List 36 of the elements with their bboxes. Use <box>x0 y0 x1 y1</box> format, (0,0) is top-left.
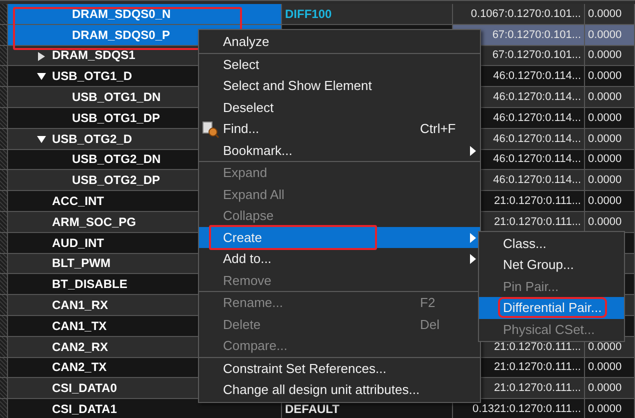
net-name: CSI_DATA0 <box>52 381 117 396</box>
collapse-arrow-icon[interactable] <box>37 72 46 82</box>
net-name: CAN2_TX <box>52 360 107 374</box>
menu-item[interactable]: Differential Pair... <box>479 297 624 318</box>
table-cell: 0.0000 <box>585 24 635 46</box>
find-icon <box>202 121 219 138</box>
collapse-arrow-icon[interactable] <box>37 134 46 144</box>
net-name: USB_OTG2_DP <box>72 173 160 188</box>
menu-item[interactable]: Class... <box>479 232 624 254</box>
net-name: DRAM_SDQS1 <box>52 48 136 62</box>
tree-cell[interactable]: DRAM_SDQS0_N <box>8 4 282 25</box>
shortcut-text: Del <box>420 316 440 332</box>
net-name: ARM_SOC_PG <box>52 214 136 229</box>
net-name: USB_OTG1_DP <box>72 110 160 125</box>
net-name: DRAM_SDQS0_N <box>72 6 171 21</box>
net-name: CAN2_RX <box>52 340 108 354</box>
net-name: USB_OTG1_D <box>52 69 132 84</box>
menu-item[interactable]: Create <box>199 226 480 248</box>
class-name: DIFF100 <box>285 6 332 21</box>
class-name: DEFAULT <box>285 402 340 416</box>
shortcut-text: F2 <box>420 295 436 310</box>
expand-arrow-icon[interactable] <box>37 52 46 61</box>
net-name: CSI_DATA1 <box>52 402 117 416</box>
net-name: CAN1_TX <box>52 318 107 333</box>
table-cell: 0.0000 <box>585 399 635 418</box>
net-name: BT_DISABLE <box>52 277 128 292</box>
menu-item[interactable]: Net Group... <box>479 254 624 276</box>
net-name: ACC_INT <box>52 194 104 208</box>
net-name: USB_OTG2_D <box>52 132 132 146</box>
net-name: DRAM_SDQS0_P <box>72 28 170 42</box>
net-name: CAN1_RX <box>52 298 108 312</box>
shortcut-text: Ctrl+F <box>420 121 456 136</box>
net-name: USB_OTG2_DN <box>72 152 161 166</box>
net-name: AUD_INT <box>52 236 104 250</box>
net-name: BLT_PWM <box>52 256 110 270</box>
net-name: USB_OTG1_DN <box>72 90 161 104</box>
